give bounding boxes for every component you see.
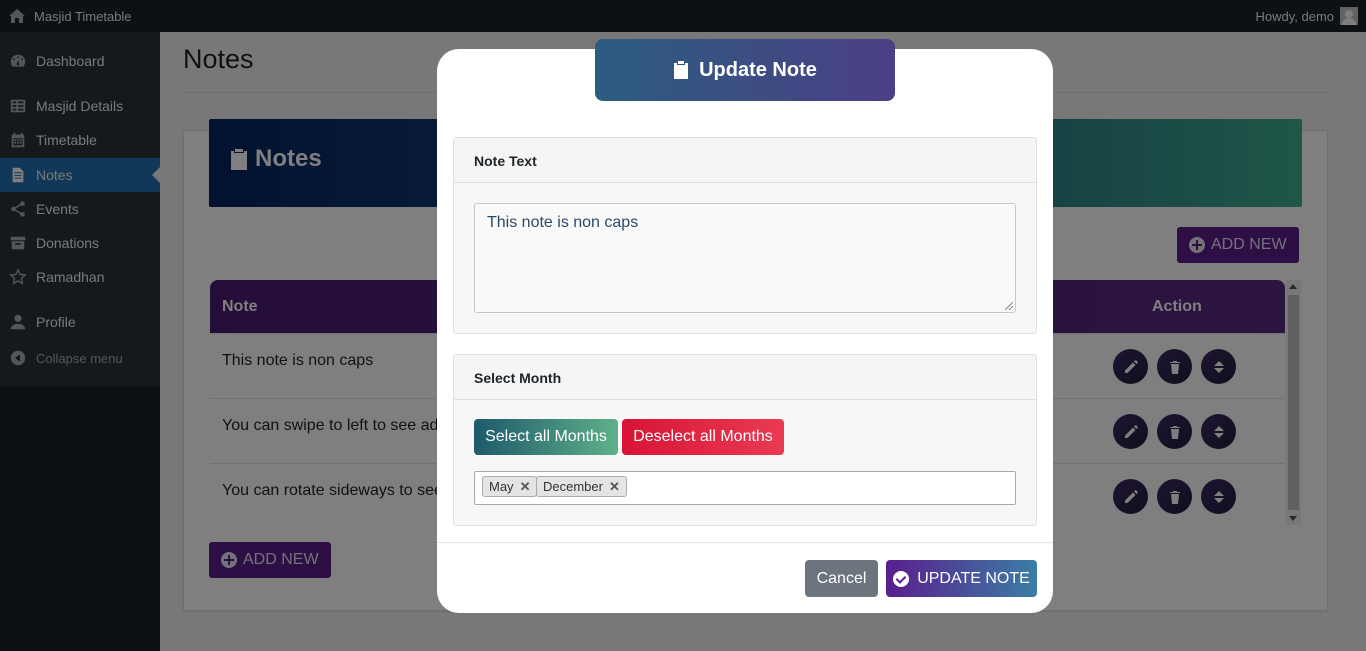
clipboard-icon xyxy=(674,61,689,79)
select-all-months-button[interactable]: Select all Months xyxy=(474,419,618,455)
modal-title: Update Note xyxy=(699,58,817,81)
remove-chip-icon[interactable]: ✕ xyxy=(609,479,620,495)
select-month-heading: Select Month xyxy=(454,355,1036,400)
months-multiselect[interactable]: May ✕ December ✕ xyxy=(474,471,1016,505)
month-chip-label: December xyxy=(543,479,603,494)
check-circle-icon xyxy=(893,570,910,587)
month-chip: December ✕ xyxy=(536,476,627,497)
resize-handle[interactable] xyxy=(1005,302,1013,310)
note-text-input[interactable]: This note is non caps xyxy=(474,203,1016,313)
modal-header: Update Note xyxy=(595,39,895,101)
modal-footer-divider xyxy=(437,542,1053,543)
note-text-value: This note is non caps xyxy=(487,214,639,231)
update-note-label: UPDATE NOTE xyxy=(917,569,1030,587)
update-note-button[interactable]: UPDATE NOTE xyxy=(886,560,1037,597)
cancel-button[interactable]: Cancel xyxy=(805,560,878,597)
month-chip: May ✕ xyxy=(482,476,538,497)
remove-chip-icon[interactable]: ✕ xyxy=(520,479,531,495)
deselect-all-months-button[interactable]: Deselect all Months xyxy=(622,419,784,455)
note-text-heading: Note Text xyxy=(454,138,1036,183)
month-chip-label: May xyxy=(489,479,514,494)
